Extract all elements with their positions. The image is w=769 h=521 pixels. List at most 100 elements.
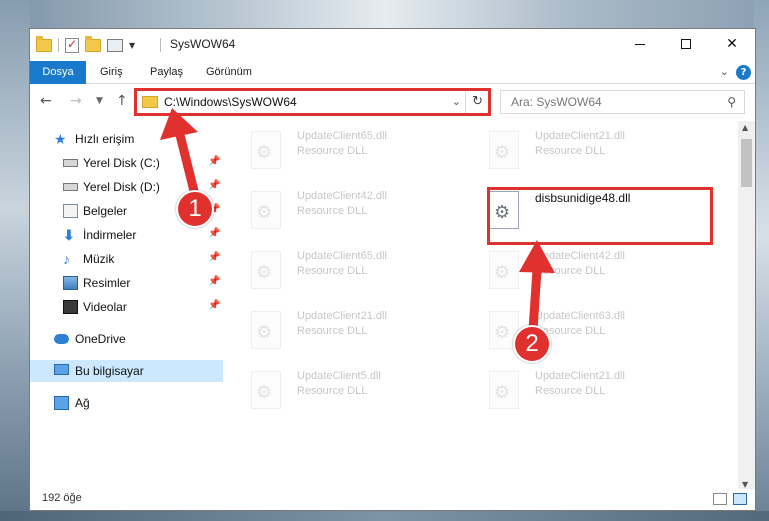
sidebar-item-music[interactable]: ♪ Müzik 📌 (30, 248, 223, 270)
dll-file-icon (489, 251, 519, 289)
sidebar-item-label: Ağ (75, 396, 90, 410)
tab-share[interactable]: Paylaş (150, 61, 183, 84)
desktop-background-left (0, 0, 30, 521)
new-folder-icon[interactable] (85, 35, 101, 52)
file-name: UpdateClient42.dll (535, 250, 625, 262)
desktop-background-right (754, 0, 769, 521)
file-item[interactable]: UpdateClient21.dll Resource DLL (463, 125, 663, 177)
expand-ribbon-icon[interactable]: ⌄ (720, 65, 729, 78)
music-icon: ♪ (63, 251, 70, 267)
documents-icon (63, 204, 78, 218)
onedrive-icon (54, 334, 69, 344)
file-item[interactable]: UpdateClient21.dll Resource DLL (225, 305, 425, 357)
window-title: SysWOW64 (170, 37, 236, 51)
dll-file-icon (251, 131, 281, 169)
folder-icon (36, 35, 52, 52)
sidebar-item-this-pc[interactable]: Bu bilgisayar (30, 360, 223, 382)
sidebar-item-label: OneDrive (75, 332, 126, 346)
videos-icon (63, 300, 78, 314)
search-box[interactable]: Ara: SysWOW64 ⚲ (500, 90, 745, 114)
computer-icon (54, 364, 69, 375)
pin-icon[interactable]: 📌 (208, 180, 220, 191)
scroll-down-icon[interactable]: ▼ (742, 480, 748, 489)
help-icon[interactable]: ? (736, 65, 751, 80)
sidebar-item-pictures[interactable]: Resimler 📌 (30, 272, 223, 294)
pin-icon[interactable]: 📌 (208, 276, 220, 287)
large-icons-view-icon[interactable] (733, 493, 747, 505)
desktop-background-bottom (0, 511, 769, 521)
file-list: UpdateClient65.dll Resource DLL UpdateCl… (225, 121, 739, 491)
file-item[interactable]: UpdateClient65.dll Resource DLL (225, 245, 425, 297)
sidebar-item-label: Belgeler (83, 204, 128, 218)
file-item[interactable]: UpdateClient5.dll Resource DLL (225, 365, 425, 417)
minimize-icon (635, 43, 645, 45)
tab-view[interactable]: Görünüm (206, 61, 252, 84)
dll-file-icon (251, 251, 281, 289)
details-view-icon[interactable] (713, 493, 727, 505)
search-placeholder[interactable]: Ara: SysWOW64 (511, 95, 602, 109)
file-name: UpdateClient42.dll (297, 190, 387, 202)
drive-icon (63, 159, 78, 167)
sidebar-item-label: Bu bilgisayar (75, 364, 144, 378)
scroll-up-icon[interactable]: ▲ (742, 123, 748, 132)
star-icon: ★ (54, 131, 67, 147)
customize-view-icon[interactable] (107, 38, 123, 52)
maximize-button[interactable] (663, 29, 709, 59)
file-item[interactable]: UpdateClient42.dll Resource DLL (463, 245, 663, 297)
close-icon: ✕ (726, 36, 738, 52)
file-type: Resource DLL (535, 145, 606, 157)
sidebar-item-local-disk-c[interactable]: Yerel Disk (C:) 📌 (30, 152, 223, 174)
back-arrow-icon[interactable]: ← (40, 93, 52, 109)
status-bar: 192 öğe (30, 489, 755, 510)
file-type: Resource DLL (535, 265, 606, 277)
downloads-icon: ⬇ (63, 227, 75, 243)
search-icon[interactable]: ⚲ (727, 95, 736, 109)
file-type: Resource DLL (297, 145, 368, 157)
recent-locations-icon[interactable]: ▼ (96, 96, 103, 106)
quick-access-toolbar: ▼ (36, 35, 135, 55)
sidebar-item-label: Müzik (83, 252, 115, 266)
navigation-bar: ← → ▼ ↑ C:\Windows\SysWOW64 ⌄ ↻ Ara: Sys… (30, 85, 755, 119)
file-item[interactable]: UpdateClient42.dll Resource DLL (225, 185, 425, 237)
sidebar-item-network[interactable]: Ağ (30, 392, 223, 414)
tab-file[interactable]: Dosya (30, 61, 86, 84)
file-item[interactable]: UpdateClient21.dll Resource DLL (463, 365, 663, 417)
forward-arrow-icon[interactable]: → (70, 93, 82, 109)
pin-icon[interactable]: 📌 (208, 252, 220, 263)
file-name: UpdateClient65.dll (297, 130, 387, 142)
minimize-button[interactable] (617, 29, 663, 59)
pin-icon[interactable]: 📌 (208, 156, 220, 167)
pictures-icon (63, 276, 78, 290)
sidebar-item-label: Yerel Disk (C:) (83, 156, 160, 170)
pin-icon[interactable]: 📌 (208, 300, 220, 311)
file-item[interactable]: UpdateClient63.dll Resource DLL (463, 305, 663, 357)
sidebar-item-onedrive[interactable]: OneDrive (30, 328, 223, 350)
sidebar-item-label: Resimler (83, 276, 131, 290)
sidebar-item-videos[interactable]: Videolar 📌 (30, 296, 223, 318)
sidebar-item-quick-access[interactable]: ★ Hızlı erişim (30, 128, 223, 150)
dll-file-icon (251, 191, 281, 229)
sidebar-item-label: İndirmeler (83, 228, 137, 242)
file-explorer-window: ▼ SysWOW64 ✕ Dosya Giriş Paylaş Görünüm … (29, 28, 756, 511)
file-type: Resource DLL (535, 385, 606, 397)
item-count: 192 öğe (42, 492, 82, 504)
scrollbar-thumb[interactable] (741, 139, 752, 187)
qat-dropdown-icon[interactable]: ▼ (129, 41, 135, 50)
sidebar-item-label: Hızlı erişim (75, 132, 135, 146)
file-name: UpdateClient63.dll (535, 310, 625, 322)
address-highlight-box (134, 88, 491, 116)
file-name: UpdateClient21.dll (535, 130, 625, 142)
sidebar-item-label: Yerel Disk (D:) (83, 180, 160, 194)
up-arrow-icon[interactable]: ↑ (116, 93, 128, 109)
properties-check-icon[interactable] (65, 37, 79, 53)
file-item[interactable]: UpdateClient65.dll Resource DLL (225, 125, 425, 177)
dll-file-icon (489, 131, 519, 169)
tab-home[interactable]: Giriş (100, 61, 123, 84)
pin-icon[interactable]: 📌 (208, 228, 220, 239)
file-name: UpdateClient21.dll (535, 370, 625, 382)
close-button[interactable]: ✕ (709, 29, 755, 59)
vertical-scrollbar[interactable]: ▲ ▼ (738, 121, 755, 491)
dll-file-icon (251, 371, 281, 409)
file-type: Resource DLL (297, 385, 368, 397)
toolbar-separator (58, 38, 59, 52)
